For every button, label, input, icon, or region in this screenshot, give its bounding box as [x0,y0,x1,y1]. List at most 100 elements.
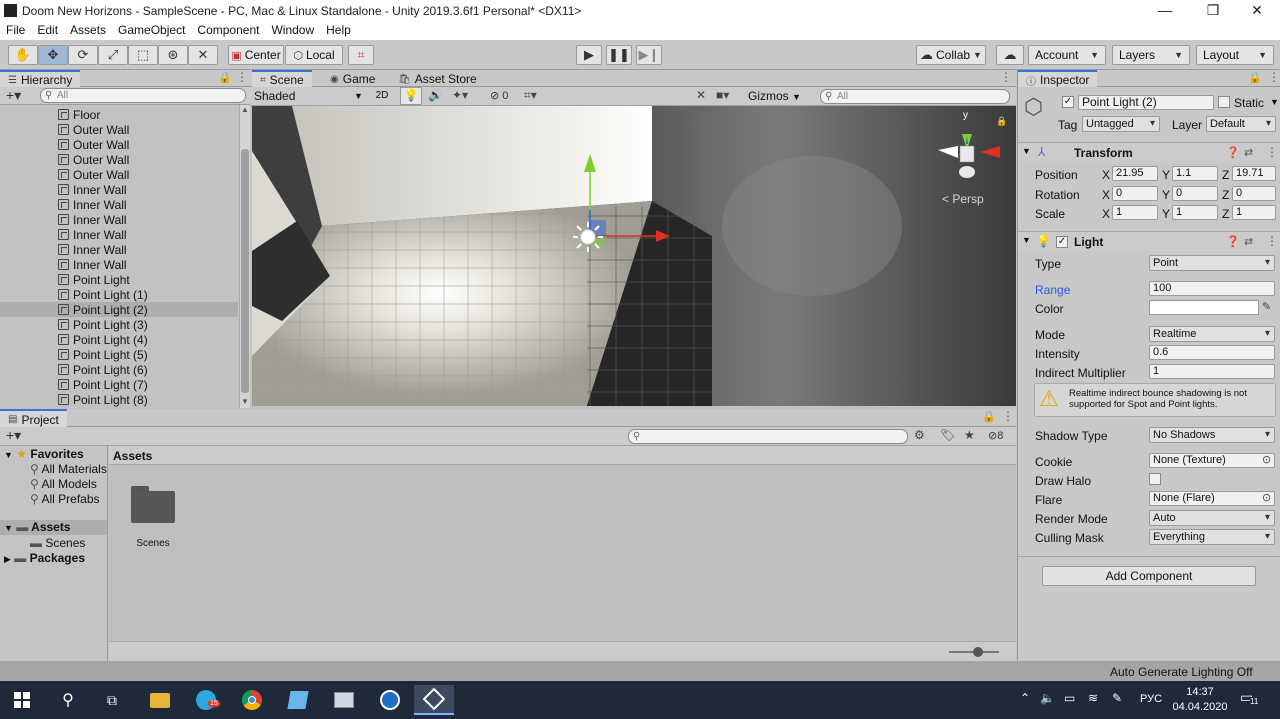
pivot-local-button[interactable]: ⬡ Local [285,45,343,65]
lighting-toggle[interactable]: 💡 [400,87,422,105]
hierarchy-item[interactable]: Outer Wall [0,122,238,137]
unity-hub-button[interactable] [370,685,410,715]
app-window-button[interactable] [324,685,364,715]
notes-app-button[interactable] [278,685,318,715]
layers-dropdown[interactable]: Layers ▼ [1112,45,1190,65]
move-tool-button[interactable]: ✥ [38,45,68,65]
object-picker-icon[interactable]: ⊙ [1262,491,1271,504]
range-field[interactable]: 100 [1149,281,1275,296]
create-plus-icon[interactable]: +▾ [6,427,21,444]
flare-field[interactable]: None (Flare) [1149,491,1275,506]
mode-dropdown[interactable]: Realtime [1149,326,1275,342]
hierarchy-item[interactable]: Inner Wall [0,227,238,242]
scale-y-field[interactable]: 1 [1172,205,1218,220]
tab-scene[interactable]: ⌗ Scene [252,70,312,87]
pause-button[interactable]: ❚❚ [606,45,632,65]
hierarchy-item[interactable]: Inner Wall [0,257,238,272]
hierarchy-item[interactable]: Point Light (2) [0,302,238,317]
scenes-folder[interactable]: ▬ Scenes [30,536,85,550]
rotation-x-field[interactable]: 0 [1112,186,1158,201]
rotation-y-field[interactable]: 0 [1172,186,1218,201]
language-indicator[interactable]: РУС [1140,693,1162,705]
layout-dropdown[interactable]: Layout ▼ [1196,45,1274,65]
hierarchy-item[interactable]: Point Light (6) [0,362,238,377]
assets-folder[interactable]: ▼ ▬ Assets [0,520,107,535]
favorite-all-materials[interactable]: ⚲ All Materials [30,462,107,476]
light-header[interactable]: ▼ 💡 ✓ Light ❓ ⇄ ⋮ [1018,231,1280,251]
tab-inspector[interactable]: ⓘ Inspector [1018,70,1098,88]
hierarchy-scrollbar[interactable]: ▲ ▼ [239,105,250,408]
tab-project[interactable]: ▤ Project [0,409,67,427]
label-tag-icon[interactable]: 🏷 [940,428,955,442]
menu-gameobject[interactable]: GameObject [112,22,191,37]
menu-assets[interactable]: Assets [64,22,112,37]
position-z-field[interactable]: 19.71 [1232,166,1276,181]
transform-tool-button[interactable]: ⊛ [158,45,188,65]
help-icon[interactable]: ❓ [1226,235,1240,248]
hierarchy-item[interactable]: Outer Wall [0,152,238,167]
scroll-up-icon[interactable]: ▲ [241,105,249,114]
account-dropdown[interactable]: Account ▼ [1028,45,1106,65]
wifi-icon[interactable]: ≋ [1088,691,1098,705]
notifications-button[interactable]: ▭ 11 [1240,689,1260,709]
camera-icon[interactable]: ■▾ [716,88,729,102]
culling-mask-dropdown[interactable]: Everything [1149,529,1275,545]
hand-tool-button[interactable]: ✋ [8,45,38,65]
menu-edit[interactable]: Edit [31,22,64,37]
more-icon[interactable]: ⋮ [1266,234,1278,248]
indirect-multiplier-field[interactable]: 1 [1149,364,1275,379]
object-picker-icon[interactable]: ⊙ [1262,453,1271,466]
minimize-button[interactable]: — [1142,0,1188,22]
rotate-tool-button[interactable]: ⟳ [68,45,98,65]
hierarchy-item[interactable]: Point Light (1) [0,287,238,302]
persp-toggle[interactable]: < Persp [942,192,984,206]
object-name-field[interactable]: Point Light (2) [1078,95,1214,110]
scale-x-field[interactable]: 1 [1112,205,1158,220]
scrollbar-thumb[interactable] [241,149,249,393]
file-explorer-button[interactable] [140,685,180,715]
more-icon[interactable]: ⋮ [1268,70,1280,84]
step-button[interactable]: ▶❙ [636,45,662,65]
position-y-field[interactable]: 1.1 [1172,166,1218,181]
start-button[interactable] [2,685,42,715]
eyedropper-icon[interactable]: ✎ [1262,300,1271,313]
hierarchy-item[interactable]: Point Light (3) [0,317,238,332]
lock-icon[interactable]: 🔒 [218,71,232,84]
collab-dropdown[interactable]: ☁ Collab ▼ [916,45,986,65]
lock-icon[interactable]: 🔒 [1248,71,1262,84]
scenes-folder-item[interactable] [129,486,175,524]
grid-snap-button[interactable]: ⌗ [348,45,374,65]
active-checkbox[interactable]: ✓ [1062,96,1074,108]
gizmos-dropdown[interactable]: Gizmos ▼ [748,88,801,104]
packages-folder[interactable]: ▶ ▬ Packages [4,551,85,565]
scale-tool-button[interactable]: ⤢ [98,45,128,65]
tools-icon[interactable]: ✕ [696,88,706,102]
search-button[interactable]: ⚲ [48,685,88,715]
tab-asset-store[interactable]: 🛍 Asset Store [390,70,485,87]
hierarchy-item[interactable]: Inner Wall [0,197,238,212]
grid-toggle-icon[interactable]: ⌗▾ [524,88,537,103]
help-icon[interactable]: ❓ [1226,146,1240,159]
scroll-down-icon[interactable]: ▼ [241,397,249,406]
hierarchy-item[interactable]: Inner Wall [0,212,238,227]
search-by-type-icon[interactable]: ⚙ [914,428,925,442]
scene-search-input[interactable]: All [820,89,1010,104]
shadow-type-dropdown[interactable]: No Shadows [1149,427,1275,443]
favorite-all-prefabs[interactable]: ⚲ All Prefabs [30,492,100,506]
mode-2d-toggle[interactable]: 2D [370,88,394,104]
hierarchy-item[interactable]: Inner Wall [0,242,238,257]
pen-icon[interactable]: ✎ [1112,691,1122,705]
telegram-button[interactable]: 15 [186,685,226,715]
pivot-center-button[interactable]: ▣ Center [228,45,284,65]
intensity-field[interactable]: 0.6 [1149,345,1275,360]
battery-icon[interactable]: ▭ [1064,691,1075,705]
render-mode-dropdown[interactable]: Auto [1149,510,1275,526]
chevron-up-icon[interactable]: ⌃ [1020,691,1030,705]
unity-editor-button[interactable] [414,685,454,715]
transform-header[interactable]: ▼ ⅄ Transform ❓ ⇄ ⋮ [1018,142,1280,162]
more-icon[interactable]: ⋮ [1266,145,1278,159]
favorites-folder[interactable]: ▼ ★ Favorites [4,447,84,461]
tab-game[interactable]: ◉ Game [322,70,383,87]
audio-icon[interactable]: 🔊 [428,88,443,102]
hierarchy-item[interactable]: Outer Wall [0,167,238,182]
